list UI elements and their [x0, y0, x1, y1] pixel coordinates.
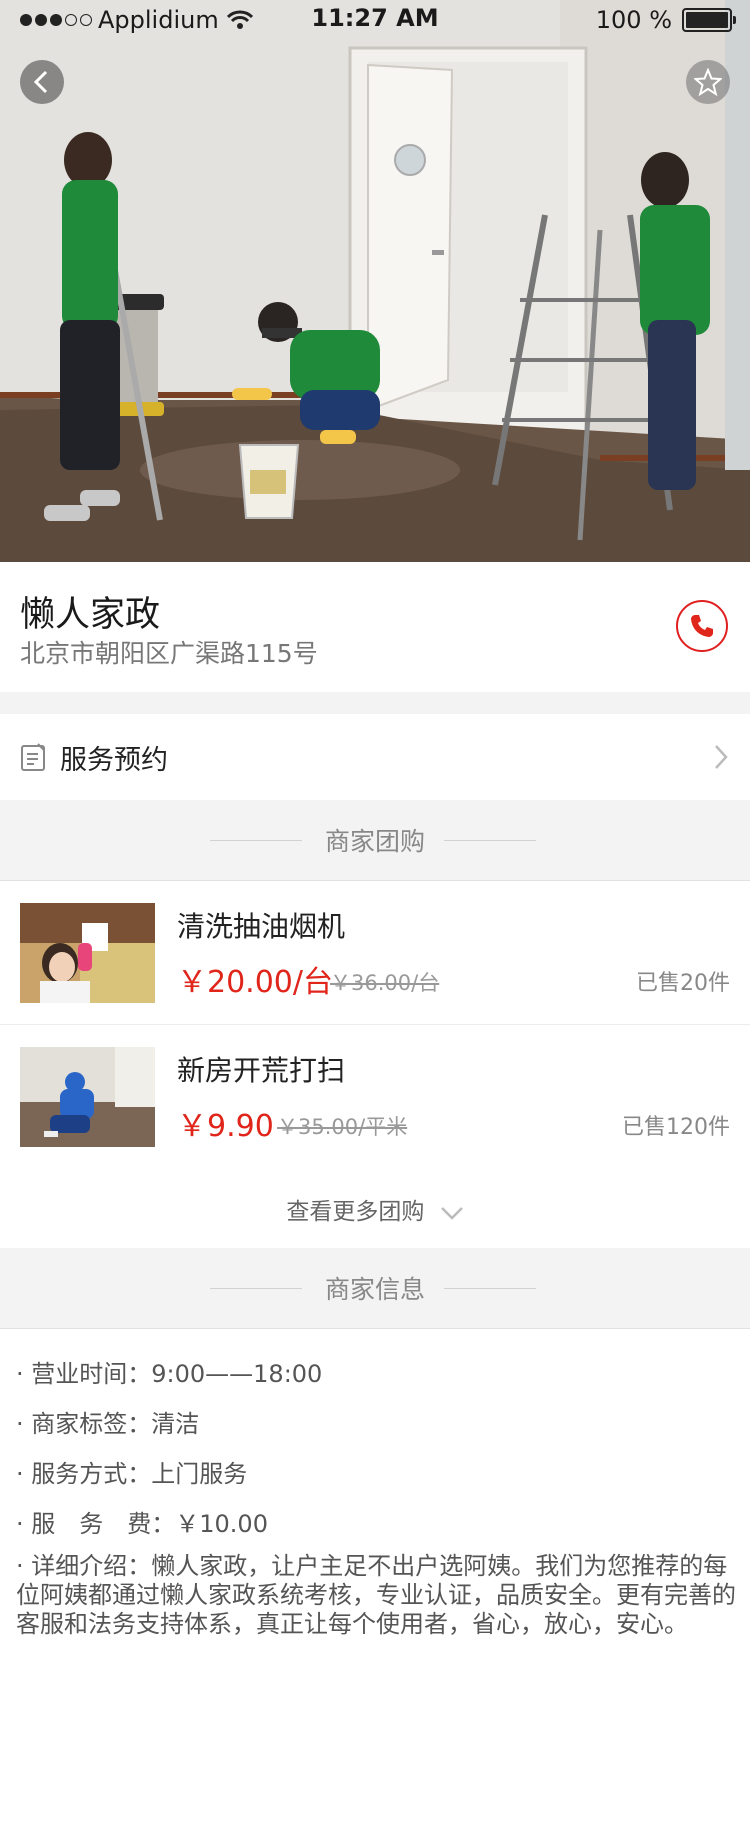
phone-icon	[691, 615, 713, 637]
info-row-tags: · 商家标签：清洁	[16, 1404, 199, 1439]
deal-sold-count: 已售120件	[622, 1115, 730, 1140]
group-buy-section-header: 商家团购	[0, 800, 750, 881]
deal-thumbnail	[20, 903, 155, 1003]
hero-photo: Applidium 11:27 AM 100 %	[0, 0, 750, 562]
deal-sold-count: 已售20件	[636, 971, 730, 996]
favorite-button[interactable]	[686, 60, 730, 104]
info-row-service-method: · 服务方式：上门服务	[16, 1454, 247, 1489]
info-row-service-fee: · 服 务 费：￥10.00	[16, 1504, 268, 1539]
section-spacer	[0, 692, 750, 715]
info-key: · 营业时间：	[16, 1360, 152, 1388]
info-key: · 商家标签：	[16, 1410, 152, 1438]
chevron-down-icon	[440, 1206, 463, 1220]
info-row-hours: · 营业时间：9:00——18:00	[16, 1354, 322, 1389]
deal-original-price: ￥35.00/平米	[277, 1115, 408, 1139]
deal-title: 清洗抽油烟机	[177, 910, 346, 943]
divider-line	[444, 1288, 536, 1289]
chevron-left-icon	[33, 70, 48, 94]
call-button[interactable]	[676, 600, 728, 652]
info-value: 清洁	[151, 1410, 200, 1438]
merchant-info-section-header: 商家信息	[0, 1248, 750, 1329]
battery-indicator: 100 %	[595, 6, 736, 34]
back-button[interactable]	[20, 60, 64, 104]
battery-percent: 100 %	[595, 6, 672, 34]
deal-item-new-house-cleaning[interactable]: 新房开荒打扫 ￥9.90 ￥35.00/平米 已售120件	[0, 1025, 750, 1169]
service-booking-row[interactable]: 服务预约	[0, 714, 750, 801]
view-more-label: 查看更多团购	[286, 1199, 425, 1225]
deal-thumbnail	[20, 1047, 155, 1147]
clipboard-icon	[21, 743, 45, 771]
info-key: · 服 务 费：	[16, 1510, 176, 1538]
booking-label: 服务预约	[60, 745, 168, 776]
info-description: · 详细介绍：懒人家政，让户主足不出户选阿姨。我们为您推荐的每位阿姨都通过懒人家…	[16, 1552, 736, 1638]
deal-original-price: ￥36.00/台	[330, 971, 440, 995]
group-buy-title: 商家团购	[324, 827, 425, 856]
status-bar: Applidium 11:27 AM 100 %	[0, 0, 750, 40]
shop-address[interactable]: 北京市朝阳区广渠路115号	[20, 634, 318, 670]
info-value: ￥10.00	[175, 1510, 268, 1538]
shop-name: 懒人家政	[20, 595, 161, 635]
deal-price: ￥9.90	[177, 1109, 274, 1144]
deal-title: 新房开荒打扫	[177, 1054, 346, 1087]
chevron-right-icon	[715, 745, 728, 769]
battery-icon	[682, 8, 736, 32]
merchant-info-title: 商家信息	[324, 1275, 425, 1304]
deal-price: ￥20.00/台	[177, 965, 333, 1000]
shop-header: 懒人家政 北京市朝阳区广渠路115号	[0, 562, 750, 693]
deal-item-range-hood[interactable]: 清洗抽油烟机 ￥20.00/台 ￥36.00/台 已售20件	[0, 881, 750, 1025]
divider-line	[444, 840, 536, 841]
info-key: · 服务方式：	[16, 1460, 152, 1488]
star-icon	[694, 68, 722, 96]
info-value: 上门服务	[151, 1460, 248, 1488]
info-value: 9:00——18:00	[151, 1360, 323, 1388]
view-more-deals-button[interactable]: 查看更多团购	[0, 1168, 750, 1249]
cleaning-scene-image	[0, 0, 750, 562]
